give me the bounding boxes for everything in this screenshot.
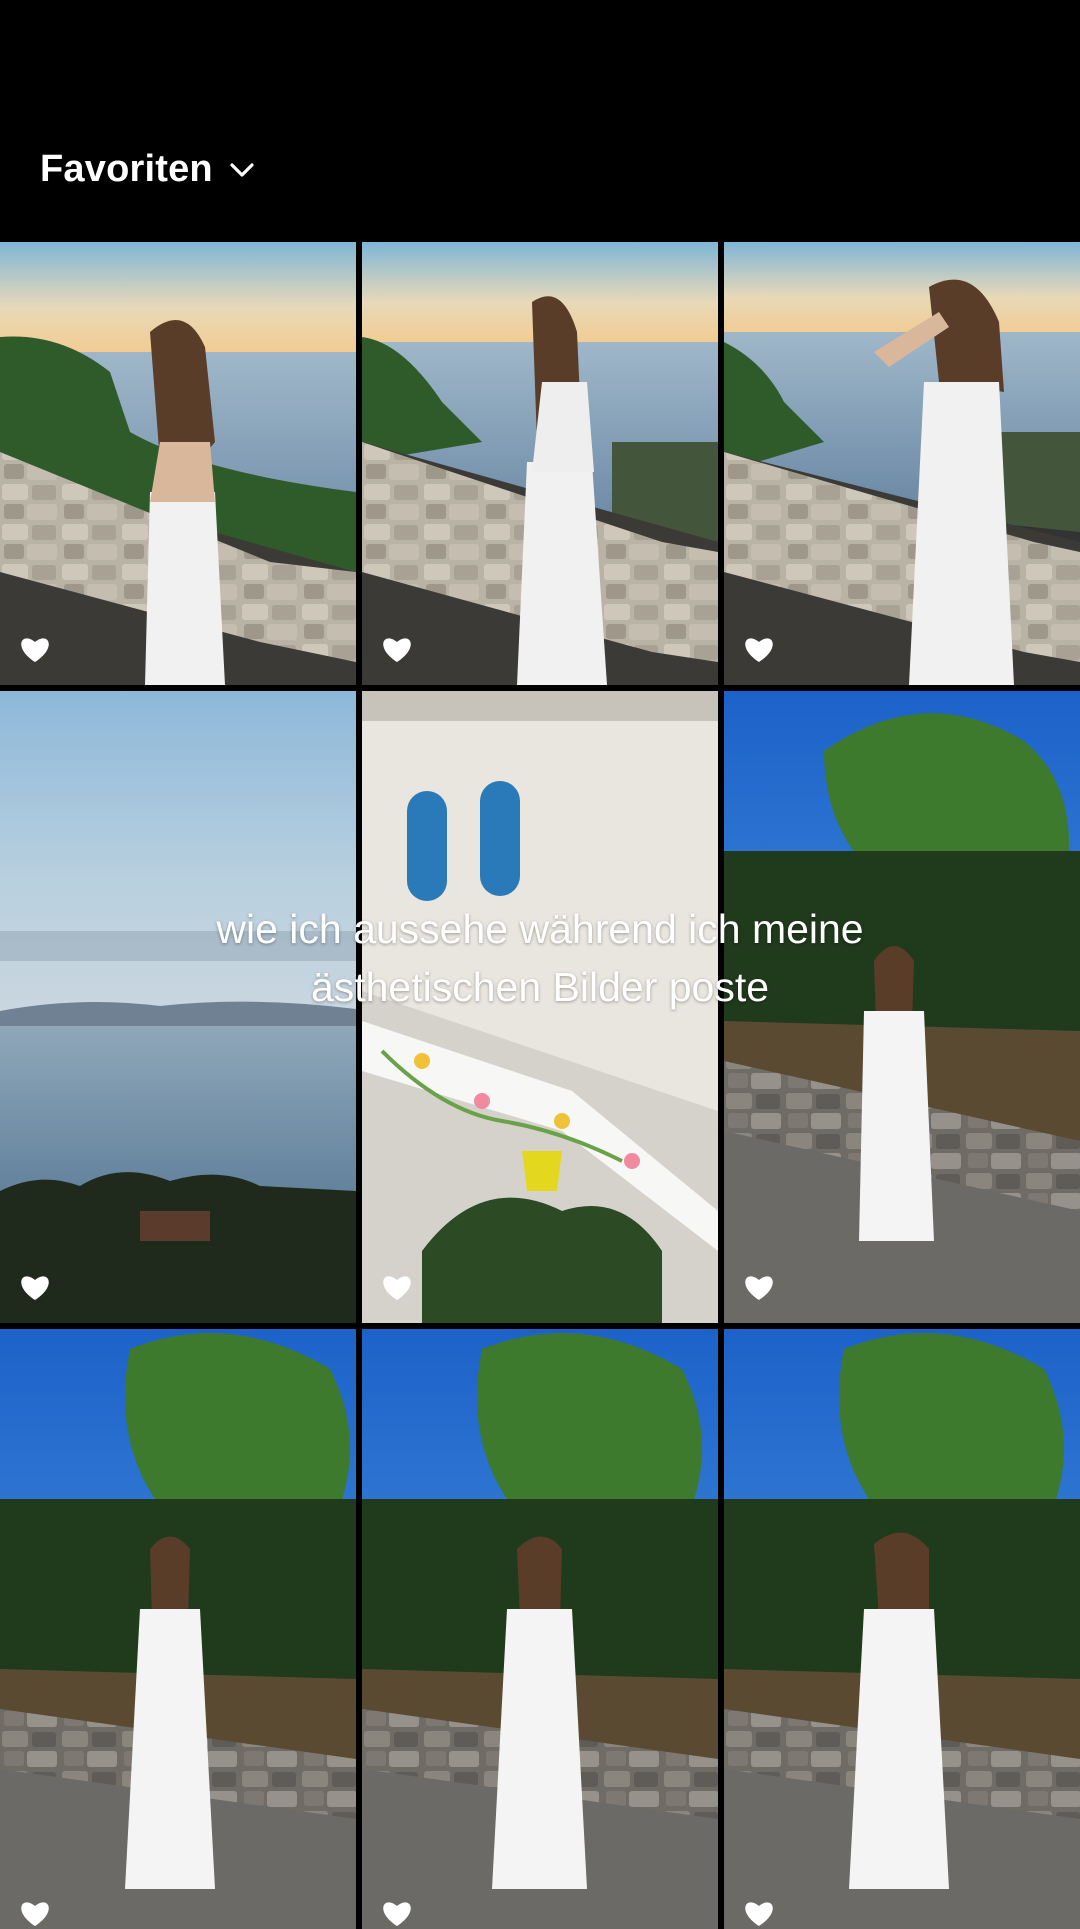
- photo-sunset-sea-wall-hand-hair: [724, 242, 1080, 685]
- photo-grid: [0, 242, 1080, 1929]
- photo-tile[interactable]: [724, 1329, 1080, 1929]
- photo-sunset-sea-wall-side: [362, 242, 718, 685]
- photo-tile[interactable]: [0, 1329, 356, 1929]
- chevron-down-icon: [227, 155, 257, 185]
- photo-sunset-sea-wall-back: [0, 242, 356, 685]
- photo-garden-terrace-pose-3: [724, 1329, 1080, 1929]
- photo-tile[interactable]: [0, 691, 356, 1323]
- photo-tile[interactable]: [362, 691, 718, 1323]
- heart-icon: [382, 1273, 412, 1301]
- heart-icon: [744, 1273, 774, 1301]
- album-dropdown[interactable]: Favoriten: [40, 148, 257, 191]
- photo-tile[interactable]: [362, 1329, 718, 1929]
- photo-tile[interactable]: [0, 242, 356, 685]
- photo-garden-terrace-pose-1: [0, 1329, 356, 1929]
- heart-icon: [382, 635, 412, 663]
- photo-sea-horizon-landscape: [0, 691, 356, 1323]
- photo-white-house-painted-stairs: [362, 691, 718, 1323]
- heart-icon: [382, 1899, 412, 1927]
- heart-icon: [20, 635, 50, 663]
- heart-icon: [20, 1899, 50, 1927]
- photo-garden-terrace-pose-2: [362, 1329, 718, 1929]
- heart-icon: [744, 635, 774, 663]
- photo-garden-terrace-full-body: [724, 691, 1080, 1323]
- photo-tile[interactable]: [724, 242, 1080, 685]
- album-title: Favoriten: [40, 148, 213, 190]
- photo-tile[interactable]: [724, 691, 1080, 1323]
- photo-tile[interactable]: [362, 242, 718, 685]
- top-bar: Favoriten: [0, 0, 1080, 240]
- heart-icon: [744, 1899, 774, 1927]
- heart-icon: [20, 1273, 50, 1301]
